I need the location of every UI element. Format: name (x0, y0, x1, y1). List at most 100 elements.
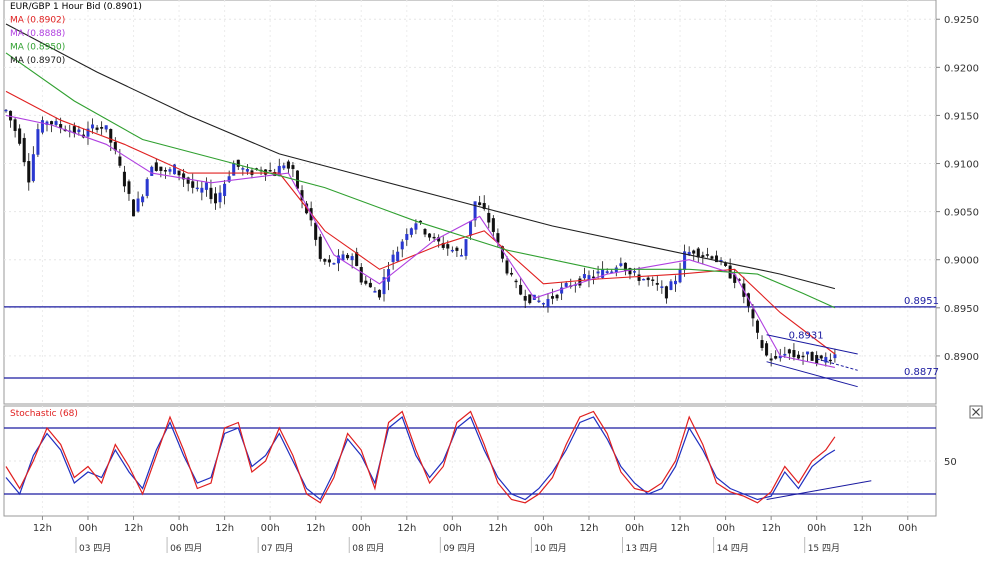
candle-body (391, 254, 395, 263)
candle-body (496, 233, 500, 243)
candle-body (692, 250, 696, 254)
candle-body (642, 278, 646, 281)
candle-body (705, 254, 709, 256)
candle-body (537, 300, 541, 303)
candle-body (510, 272, 514, 275)
candle-body (364, 280, 368, 284)
candle-body (605, 271, 609, 273)
candle-body (596, 271, 600, 274)
x-tick-label: 12h (579, 523, 598, 534)
x-tick-label: 00h (78, 523, 97, 534)
candle-body (787, 349, 791, 354)
price-y-tick-label: 0.9200 (944, 63, 979, 74)
candle-body (619, 263, 623, 266)
candle-body (18, 128, 22, 144)
moving-average-line (5, 114, 836, 368)
x-tick-label: 00h (443, 523, 462, 534)
candle-body (291, 165, 295, 170)
candle-body (236, 159, 240, 167)
candle-body (796, 354, 800, 359)
candle-body (473, 201, 477, 221)
x-tick-label: 00h (898, 523, 917, 534)
candle-body (592, 276, 596, 279)
x-tick-label: 12h (124, 523, 143, 534)
candle-body (646, 277, 650, 281)
candle-body (514, 280, 518, 283)
candle-body (633, 271, 637, 273)
candle-body (150, 166, 154, 176)
candlestick-series (4, 109, 837, 367)
candle-body (464, 239, 468, 256)
candle-body (459, 255, 463, 257)
candle-body (145, 179, 149, 196)
candle-body (528, 294, 532, 304)
candle-body (323, 259, 327, 262)
candle-body (318, 236, 322, 259)
candle-body (91, 124, 95, 129)
candle-body (669, 281, 673, 290)
candle-body (141, 196, 145, 203)
candle-body (286, 161, 290, 169)
candle-body (414, 223, 418, 230)
candle-body (674, 280, 678, 285)
candle-body (377, 289, 381, 298)
candle-body (77, 129, 81, 133)
candle-body (505, 260, 509, 274)
candle-body (127, 181, 131, 194)
candle-body (614, 267, 618, 273)
x-tick-label: 12h (853, 523, 872, 534)
candle-body (541, 303, 545, 305)
candle-body (359, 267, 363, 283)
stochastic-title: Stochastic (68) (10, 409, 78, 419)
candle-body (432, 236, 436, 239)
legend-entry: EUR/GBP 1 Hour Bid (0.8901) (10, 2, 142, 12)
time-x-axis: 12h 00h 12h 00h 12h 00h 12h 00h 12h 00h 12h 00h 12h 0… (33, 516, 917, 554)
candle-body (341, 254, 345, 261)
date-label: 14 四月 (717, 543, 749, 554)
candle-body (810, 352, 814, 361)
price-y-tick-label: 0.9150 (944, 111, 979, 122)
candle-body (209, 187, 213, 200)
price-y-tick-label: 0.9250 (944, 15, 979, 26)
candle-body (159, 166, 163, 171)
candle-body (191, 181, 195, 188)
candle-body (368, 282, 372, 288)
candle-body (428, 233, 432, 238)
candle-body (409, 228, 413, 235)
moving-average-line (5, 23, 836, 290)
candle-body (136, 198, 140, 212)
candle-body (701, 255, 705, 257)
candle-body (59, 124, 63, 128)
stochastic-y-axis: 50 (944, 457, 957, 468)
candle-body (373, 290, 377, 293)
candle-body (109, 128, 113, 143)
date-label: 15 四月 (808, 543, 840, 554)
candle-body (450, 249, 454, 252)
chart-canvas: 0.89510.8877 0.8931 0.92500.92000.91500.… (3, 0, 983, 554)
candle-body (637, 274, 641, 281)
price-y-tick-label: 0.9000 (944, 256, 979, 267)
x-tick-label: 12h (33, 523, 52, 534)
candle-body (806, 351, 810, 355)
close-icon[interactable] (969, 405, 983, 419)
candle-body (660, 286, 664, 288)
candle-body (204, 182, 208, 190)
candle-body (819, 355, 823, 359)
candle-body (487, 212, 491, 223)
channel-label: 0.8931 (789, 331, 824, 342)
candle-body (478, 202, 482, 206)
stochastic-line (5, 410, 836, 504)
candle-body (54, 121, 58, 125)
level-label: 0.8877 (904, 367, 939, 378)
candle-body (455, 247, 459, 251)
x-tick-label: 12h (215, 523, 234, 534)
x-tick-label: 00h (352, 523, 371, 534)
date-label: 10 四月 (534, 543, 566, 554)
candle-body (282, 165, 286, 169)
candle-body (696, 248, 700, 258)
stochastic-line (5, 416, 836, 501)
x-tick-label: 12h (397, 523, 416, 534)
channel-lower-line (766, 361, 858, 388)
candle-body (177, 170, 181, 176)
stochastic-gridlines (4, 406, 936, 516)
